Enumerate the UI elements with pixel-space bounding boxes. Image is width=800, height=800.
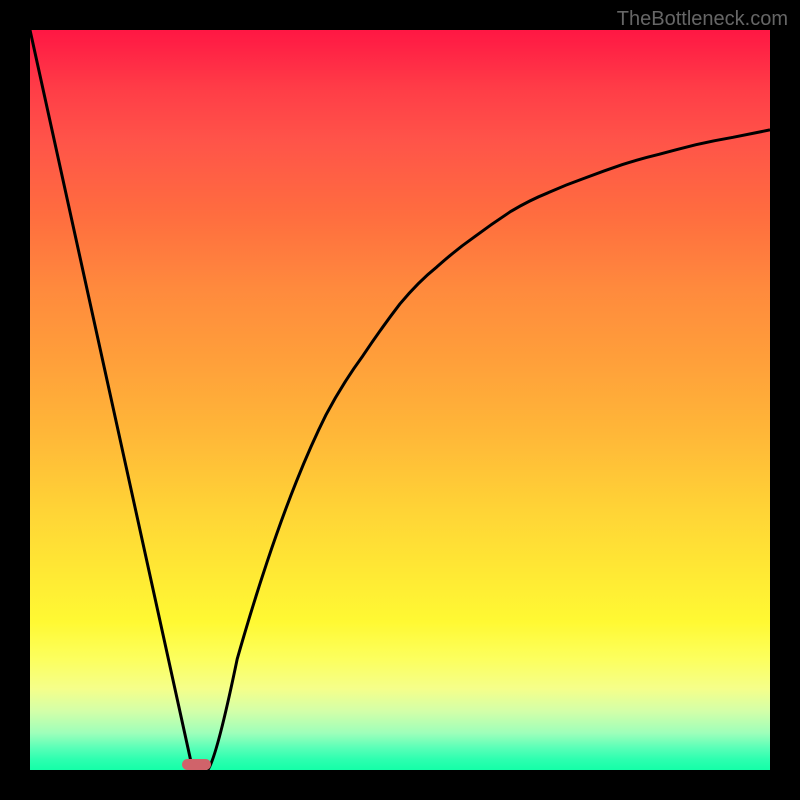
optimal-marker [182, 759, 212, 770]
watermark-text: TheBottleneck.com [617, 8, 788, 31]
chart-area [30, 30, 770, 770]
bottleneck-curve [30, 30, 770, 770]
